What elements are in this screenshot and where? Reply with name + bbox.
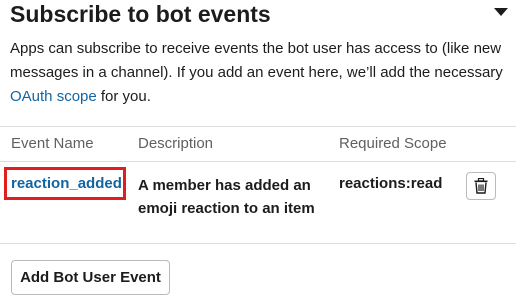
description-text-end: for you. bbox=[96, 88, 151, 105]
column-header-required-scope: Required Scope bbox=[339, 135, 447, 152]
divider-row bbox=[0, 243, 516, 244]
divider-top bbox=[0, 126, 516, 127]
event-name-link[interactable]: reaction_added bbox=[11, 175, 122, 192]
column-header-description: Description bbox=[138, 135, 214, 152]
trash-icon bbox=[474, 178, 488, 194]
collapse-caret-icon[interactable] bbox=[494, 8, 508, 16]
section-description: Apps can subscribe to receive events the… bbox=[10, 37, 510, 109]
description-text: Apps can subscribe to receive events the… bbox=[10, 40, 503, 81]
add-bot-user-event-button[interactable]: Add Bot User Event bbox=[11, 260, 170, 295]
column-header-event-name: Event Name bbox=[11, 135, 94, 152]
oauth-scope-link[interactable]: OAuth scope bbox=[10, 88, 97, 105]
section-title: Subscribe to bot events bbox=[10, 1, 271, 27]
delete-event-button[interactable] bbox=[466, 172, 496, 200]
event-description: A member has added an emoji reaction to … bbox=[138, 177, 315, 217]
divider-header bbox=[0, 161, 516, 162]
event-scope: reactions:read bbox=[339, 175, 443, 192]
